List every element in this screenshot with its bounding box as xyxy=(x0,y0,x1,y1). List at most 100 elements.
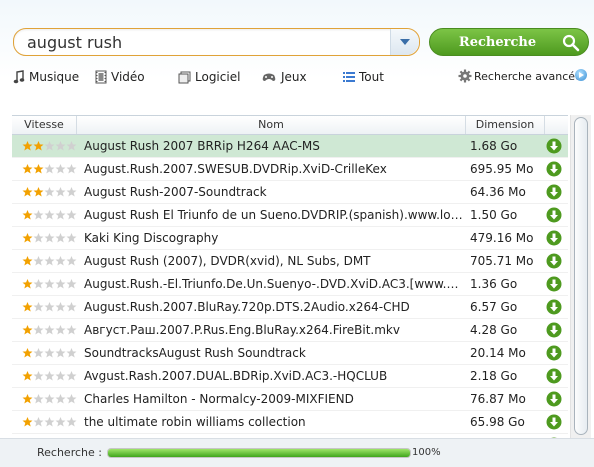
star-empty-icon xyxy=(33,210,44,220)
result-name[interactable]: August Rush 2007 BRRip H264 AAC-MS xyxy=(84,135,466,157)
status-label: Recherche : xyxy=(37,446,102,459)
table-body: August Rush 2007 BRRip H264 AAC-MS 1.68 G… xyxy=(12,135,568,439)
column-header-name[interactable]: Nom xyxy=(77,116,466,134)
advanced-search-arrow-icon[interactable] xyxy=(575,69,587,81)
gamepad-icon xyxy=(262,73,276,81)
film-icon xyxy=(95,70,107,84)
table-row[interactable]: August Rush (2007), DVDR(xvid), NL Subs,… xyxy=(12,250,568,273)
star-empty-icon xyxy=(44,394,55,404)
star-filled-icon xyxy=(22,256,33,266)
star-filled-icon xyxy=(22,371,33,381)
star-empty-icon xyxy=(55,417,66,427)
star-filled-icon xyxy=(22,233,33,243)
table-row[interactable]: the ultimate robin williams collection 65… xyxy=(12,411,568,434)
table-row[interactable]: August.Rush.2007.BluRay.720p.DTS.2Audio.… xyxy=(12,296,568,319)
download-button[interactable] xyxy=(546,184,562,200)
result-name[interactable]: Charles Hamilton - Normalcy-2009-MIXFIEN… xyxy=(84,388,466,410)
table-row[interactable]: Charles Hamilton - Normalcy-2009-MIXFIEN… xyxy=(12,388,568,411)
star-filled-icon xyxy=(33,141,44,151)
table-row[interactable]: SoundtracksAugust Rush Soundtrack 20.14 M… xyxy=(12,342,568,365)
column-header-speed[interactable]: Vitesse xyxy=(12,116,77,134)
progress-bar xyxy=(107,448,411,458)
software-icon xyxy=(178,71,191,83)
download-arrow-icon xyxy=(546,345,562,361)
table-row[interactable]: Август.Раш.2007.P.Rus.Eng.BluRay.x264.Fi… xyxy=(12,319,568,342)
download-button[interactable] xyxy=(546,414,562,430)
tab-all[interactable]: Tout xyxy=(343,69,384,85)
vertical-scrollbar[interactable] xyxy=(570,115,591,438)
star-empty-icon xyxy=(44,371,55,381)
tab-video[interactable]: Vidéo xyxy=(95,69,145,85)
download-button[interactable] xyxy=(546,299,562,315)
result-name[interactable]: the ultimate robin williams collection xyxy=(84,411,466,433)
gear-icon xyxy=(458,69,472,83)
result-name[interactable]: August.Rush.2007.SWESUB.DVDRip.XviD-Cril… xyxy=(84,158,466,180)
table-row[interactable]: Avgust.Rash.2007.DUAL.BDRip.XviD.AC3.-HQ… xyxy=(12,365,568,388)
search-input[interactable] xyxy=(27,30,387,54)
star-empty-icon xyxy=(55,348,66,358)
tab-games[interactable]: Jeux xyxy=(261,69,307,85)
result-name[interactable]: August Rush El Triunfo de un Sueno.DVDRI… xyxy=(84,204,466,226)
table-row[interactable]: August.Rush.2007.SWESUB.DVDRip.XviD-Cril… xyxy=(12,158,568,181)
header-background xyxy=(0,0,594,112)
download-button[interactable] xyxy=(546,230,562,246)
result-name[interactable]: Kaki King Discography xyxy=(84,227,466,249)
star-empty-icon xyxy=(44,141,55,151)
download-button[interactable] xyxy=(546,161,562,177)
table-row[interactable]: August Rush-2007-Soundtrack 64.36 Mo xyxy=(12,181,568,204)
table-row[interactable]: Kaki King Discography 479.16 Mo xyxy=(12,227,568,250)
tab-music[interactable]: Musique xyxy=(13,69,79,85)
result-size: 1.36 Go xyxy=(470,277,518,291)
search-button[interactable]: Recherche xyxy=(429,28,589,56)
result-name[interactable]: Август.Раш.2007.P.Rus.Eng.BluRay.x264.Fi… xyxy=(84,319,466,341)
speed-rating xyxy=(22,256,77,266)
download-button[interactable] xyxy=(546,253,562,269)
star-filled-icon xyxy=(33,187,44,197)
download-arrow-icon xyxy=(546,414,562,430)
star-empty-icon xyxy=(66,233,77,243)
result-size: 705.71 Mo xyxy=(470,254,534,268)
star-filled-icon xyxy=(22,141,33,151)
download-button[interactable] xyxy=(546,322,562,338)
star-empty-icon xyxy=(33,256,44,266)
result-name[interactable]: August Rush (2007), DVDR(xvid), NL Subs,… xyxy=(84,250,466,272)
star-empty-icon xyxy=(33,279,44,289)
speed-rating xyxy=(22,325,77,335)
speed-rating xyxy=(22,187,77,197)
search-box[interactable] xyxy=(13,28,420,56)
tab-software[interactable]: Logiciel xyxy=(178,69,240,85)
star-empty-icon xyxy=(44,187,55,197)
download-button[interactable] xyxy=(546,138,562,154)
speed-rating xyxy=(22,417,77,427)
star-empty-icon xyxy=(55,394,66,404)
chevron-down-icon xyxy=(400,39,410,45)
star-empty-icon xyxy=(66,210,77,220)
download-arrow-icon xyxy=(546,230,562,246)
list-icon xyxy=(343,72,355,82)
column-header-size[interactable]: Dimension xyxy=(466,116,545,134)
table-row[interactable]: August.Rush.-El.Triunfo.De.Un.Suenyo-.DV… xyxy=(12,273,568,296)
advanced-search-label: Recherche avancée xyxy=(474,69,582,83)
star-empty-icon xyxy=(44,164,55,174)
download-button[interactable] xyxy=(546,207,562,223)
result-name[interactable]: SoundtracksAugust Rush Soundtrack xyxy=(84,342,466,364)
scrollbar-thumb[interactable] xyxy=(574,117,588,435)
result-name[interactable]: Avgust.Rash.2007.DUAL.BDRip.XviD.AC3.-HQ… xyxy=(84,365,466,387)
result-size: 1.68 Go xyxy=(470,139,518,153)
result-name[interactable]: August Rush-2007-Soundtrack xyxy=(84,181,466,203)
result-name[interactable]: August.Rush.2007.BluRay.720p.DTS.2Audio.… xyxy=(84,296,466,318)
search-icon xyxy=(562,34,580,52)
download-button[interactable] xyxy=(546,368,562,384)
tab-music-label: Musique xyxy=(29,70,80,84)
table-row[interactable]: August Rush El Triunfo de un Sueno.DVDRI… xyxy=(12,204,568,227)
star-empty-icon xyxy=(66,256,77,266)
advanced-search-link[interactable]: Recherche avancée xyxy=(458,69,582,83)
download-button[interactable] xyxy=(546,345,562,361)
download-button[interactable] xyxy=(546,276,562,292)
table-row[interactable]: August Rush 2007 BRRip H264 AAC-MS 1.68 G… xyxy=(12,135,568,158)
star-empty-icon xyxy=(55,256,66,266)
result-name[interactable]: August.Rush.-El.Triunfo.De.Un.Suenyo-.DV… xyxy=(84,273,466,295)
star-empty-icon xyxy=(66,371,77,381)
download-button[interactable] xyxy=(546,391,562,407)
search-history-dropdown[interactable] xyxy=(390,29,419,55)
